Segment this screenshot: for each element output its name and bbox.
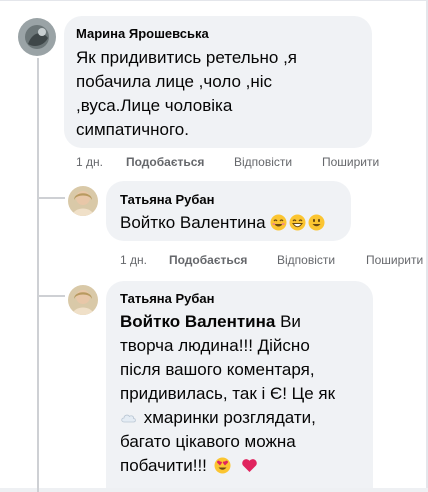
comment-text-fragment: побачити!!! [120,456,207,475]
comment-text-line: Як придивитись ретельно ,я [76,48,297,67]
comment-text-line: симпатичного. [76,120,189,139]
frame-bottom-border [0,488,428,492]
comment-author[interactable]: Марина Ярошевська [76,26,209,42]
heart-eyes-icon [214,457,231,474]
thread-branch [37,295,65,297]
comment-text-line: багато цікавого можна [120,432,296,451]
thread-line [37,58,39,492]
avatar[interactable] [68,285,98,315]
red-heart-icon [241,457,258,474]
comment-text-line: творча людина!!! Дійсно [120,336,310,355]
comment-text-line: після вашого коментаря, [120,360,315,379]
comment-text-line: хмаринки розглядати, [120,407,316,429]
like-button[interactable]: Подобається [169,253,247,267]
reply-button[interactable]: Відповісти [234,155,292,169]
timestamp[interactable]: 1 дн. [76,155,103,169]
comment-text-line: Войтко Валентина Ви [120,311,301,333]
frame-top-border [0,0,426,1]
cloud-icon [120,409,137,426]
mention-link[interactable]: Войтко Валентина [120,312,275,331]
share-button[interactable]: Поширити [322,155,379,169]
smiling-face-icon [270,214,287,231]
comment-author[interactable]: Татьяна Рубан [120,192,215,208]
comment-text-line: побачила лице ,чоло ,ніс [76,72,273,91]
comment-actions: 1 дн. Подобається Відповісти Поширити [76,155,416,171]
comment-author[interactable]: Татьяна Рубан [120,291,215,307]
avatar[interactable] [68,186,98,216]
mention-text[interactable]: Войтко Валентина [120,213,266,232]
comment-text-fragment: хмаринки розглядати, [139,408,316,427]
share-button[interactable]: Поширити [366,253,423,267]
comment-text: Войтко Валентина [120,212,327,234]
grinning-face-icon [289,214,306,231]
comment-text-fragment: Ви [275,312,301,331]
comment-text-line: побачити!!! [120,455,260,477]
comment-actions: 1 дн. Подобається Відповісти Поширити [120,253,426,269]
reply-button[interactable]: Відповісти [277,253,335,267]
thread-branch [37,197,65,199]
like-button[interactable]: Подобається [126,155,204,169]
avatar[interactable] [18,18,56,56]
comment-text-line: придивилась, так і Є! Це як [120,384,336,403]
smiley-face-icon [308,214,325,231]
timestamp[interactable]: 1 дн. [120,253,147,267]
comment-text-line: ,вуса.Лице чоловіка [76,96,233,115]
